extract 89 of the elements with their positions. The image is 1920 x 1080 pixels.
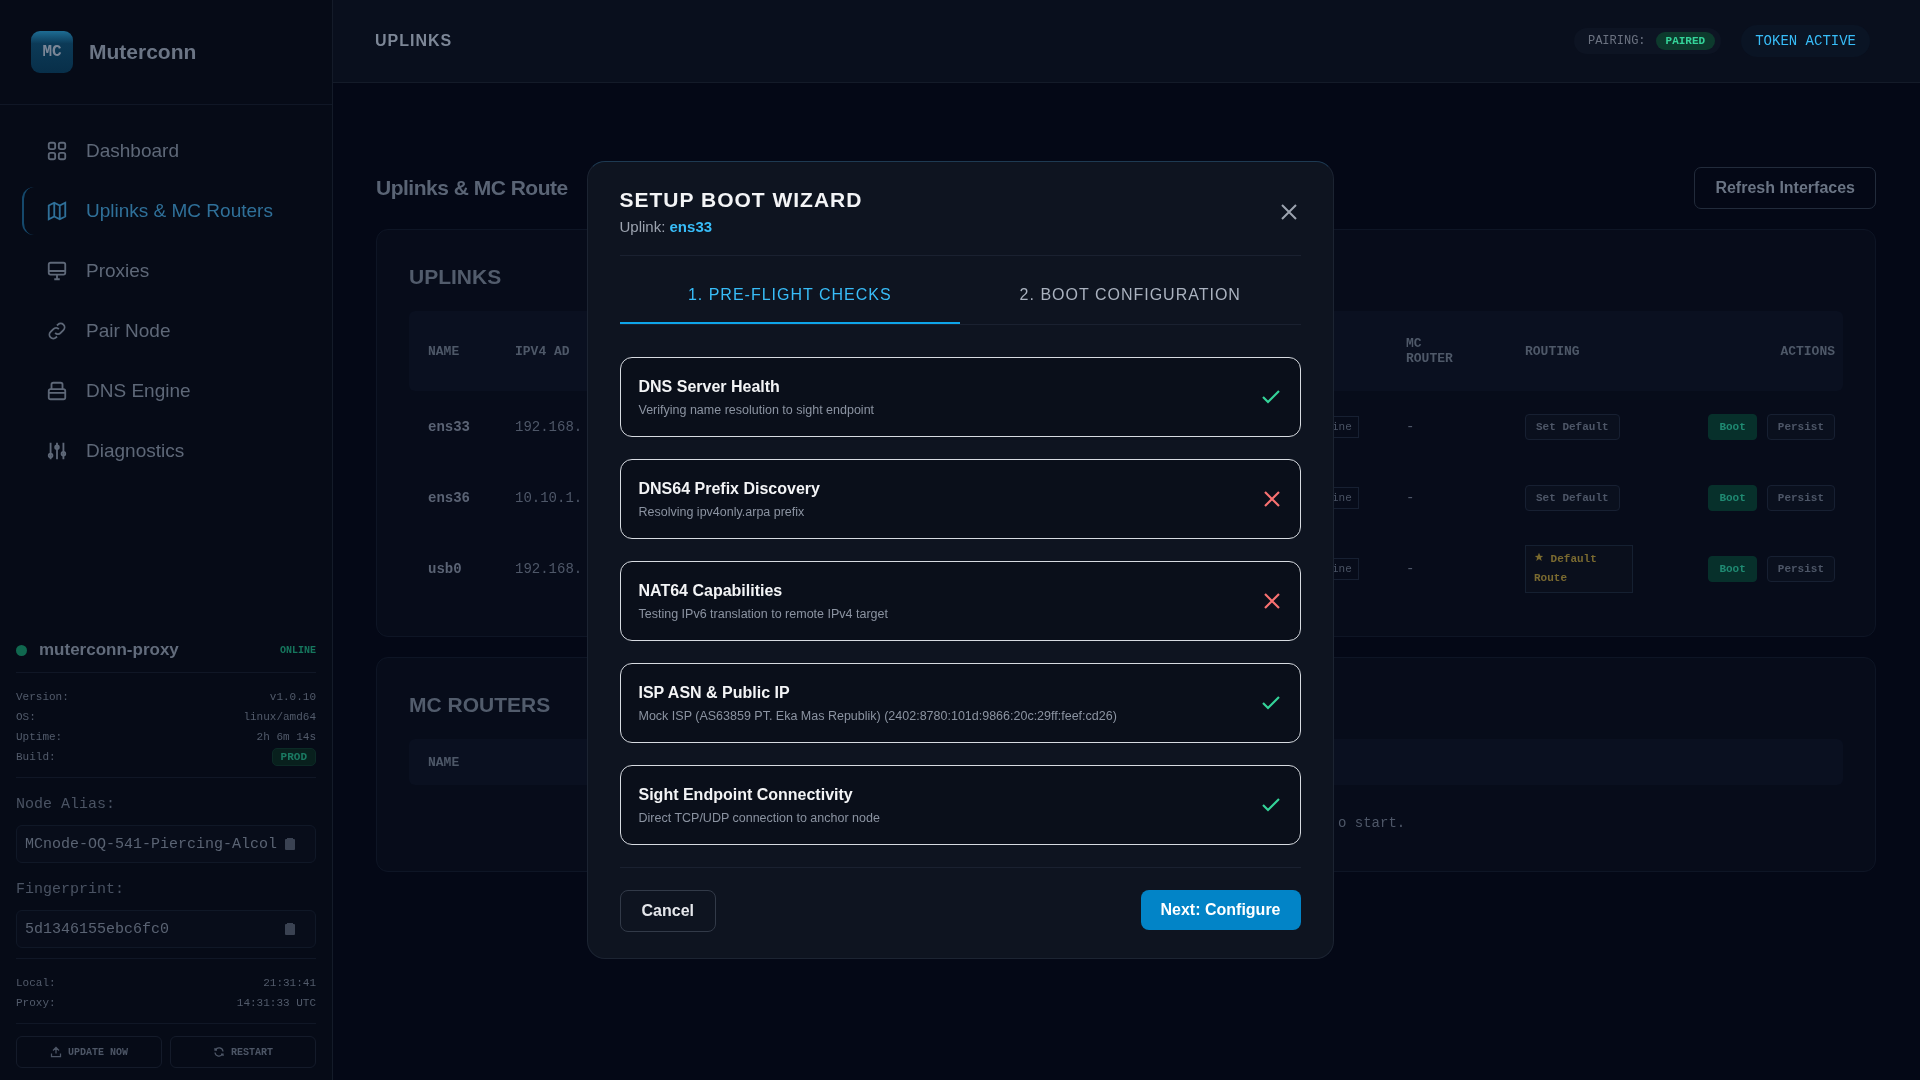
alias-field: MCnode-OQ-541-Piercing-Alcol: [16, 825, 316, 863]
info-value: v1.0.10: [269, 691, 316, 703]
next-button[interactable]: Next: Configure: [1140, 890, 1301, 930]
uplink-label: Uplink: ens33: [619, 218, 714, 235]
pairing-badge: PAIRED: [1655, 32, 1716, 50]
set-default-button[interactable]: Set Default: [1525, 413, 1620, 440]
map-icon: [46, 200, 68, 222]
refresh-button[interactable]: Refresh Interfaces: [1694, 167, 1876, 209]
check-detail: Resolving ipv4only.arpa prefix: [638, 504, 806, 519]
nav-item[interactable]: Diagnostics: [22, 427, 310, 475]
row-action-button[interactable]: Boot: [1708, 555, 1757, 582]
check-title: Sight Endpoint Connectivity: [638, 785, 854, 804]
row-action-button[interactable]: Persist: [1766, 484, 1835, 511]
row-action-button[interactable]: Boot: [1708, 484, 1757, 511]
token-badge: TOKEN ACTIVE: [1741, 25, 1870, 57]
check-title: DNS64 Prefix Discovery: [638, 479, 820, 498]
column-header: NAME: [428, 343, 461, 359]
app-logo: MC: [31, 30, 73, 73]
clipboard-icon[interactable]: [285, 923, 295, 935]
page-title: Uplinks & MC Route: [376, 176, 568, 200]
table-cell: -: [1406, 560, 1415, 577]
refresh-icon: [213, 1046, 225, 1058]
column-header: NAME: [428, 754, 461, 770]
clock-value: 14:31:33 UTC: [236, 997, 316, 1009]
check-detail: Direct TCP/UDP connection to anchor node: [638, 810, 880, 825]
column-header: ROUTING: [1525, 343, 1581, 359]
dialog-title: SETUP BOOT WIZARD: [619, 188, 863, 212]
close-icon[interactable]: [1280, 203, 1297, 220]
table-cell-text: 192.168.: [515, 560, 584, 577]
fingerprint-field: 5d1346155ebc6fc0: [16, 910, 316, 948]
table-cell-text: 10.10.1.: [515, 489, 584, 506]
build-badge: PROD: [271, 748, 316, 766]
row-action-button[interactable]: Boot: [1708, 413, 1757, 440]
row-action-button[interactable]: Persist: [1766, 555, 1835, 582]
info-label: Version:: [16, 691, 69, 703]
nav-item[interactable]: Pair Node: [22, 307, 310, 355]
wizard-tab[interactable]: 1. PRE-FLIGHT CHECKS: [619, 268, 960, 324]
check-detail: Mock ISP (AS63859 PT. Eka Mas Republik) (2402:8780:101d:9866:20c:29ff:feef:cd26): [638, 708, 1117, 723]
default-route-badge: Default Route: [1525, 544, 1633, 593]
node-name: muterconn-proxy: [39, 640, 180, 660]
app-name: Muterconn: [89, 39, 197, 64]
node-action-button[interactable]: RESTART: [170, 1036, 316, 1068]
table-cell-text: usb0: [428, 560, 463, 577]
nav-item[interactable]: DNS Engine: [22, 367, 310, 415]
cancel-button[interactable]: Cancel: [619, 890, 716, 932]
sliders-icon: [46, 440, 68, 462]
card-title: MC ROUTERS: [409, 692, 551, 718]
check-title: ISP ASN & Public IP: [638, 683, 791, 702]
field-label: Node Alias:: [16, 796, 117, 813]
clock-label: Proxy:: [16, 997, 56, 1009]
check-detail: Testing IPv6 translation to remote IPv4 target: [638, 606, 888, 621]
table-cell: -: [1406, 418, 1415, 435]
row-action-button[interactable]: Persist: [1766, 413, 1835, 440]
table-cell-text: ens33: [428, 418, 471, 435]
set-default-button[interactable]: Set Default: [1525, 484, 1620, 511]
clock-value: 21:31:41: [263, 977, 316, 989]
check-title: DNS Server Health: [638, 377, 781, 396]
column-header: MC ROUTER: [1406, 336, 1454, 366]
table-cell-text: 192.168.: [515, 418, 584, 435]
upload-icon: [50, 1046, 62, 1058]
nav-item[interactable]: Dashboard: [22, 127, 310, 175]
field-label: Fingerprint:: [16, 881, 126, 898]
node-status: ONLINE: [280, 644, 316, 656]
grid-icon: [46, 140, 68, 162]
clipboard-icon[interactable]: [285, 838, 295, 850]
table-cell: -: [1406, 489, 1415, 506]
nav-item[interactable]: Proxies: [22, 247, 310, 295]
card-title: UPLINKS: [409, 264, 502, 290]
tray-icon: [46, 380, 68, 402]
check-detail: Verifying name resolution to sight endpoint: [638, 402, 875, 417]
table-cell-text: ens36: [428, 489, 471, 506]
clock-label: Local:: [16, 977, 56, 989]
nav-item[interactable]: Uplinks & MC Routers: [22, 187, 310, 235]
info-label: OS:: [16, 711, 36, 723]
wizard-tab[interactable]: 2. BOOT CONFIGURATION: [960, 268, 1301, 324]
column-header: IPV4 AD: [515, 343, 571, 359]
monitor-icon: [46, 260, 68, 282]
info-label: Build:: [16, 751, 56, 763]
info-value: linux/amd64: [243, 711, 316, 723]
column-header: ACTIONS: [1779, 343, 1835, 359]
star-icon: [1534, 551, 1544, 562]
info-label: Uptime:: [16, 731, 63, 743]
pairing-label: PAIRING:: [1587, 34, 1646, 48]
link-icon: [46, 320, 68, 342]
page-section-title: UPLINKS: [375, 32, 454, 50]
empty-message: o start.: [1338, 815, 1406, 831]
check-title: NAT64 Capabilities: [638, 581, 784, 600]
node-action-button[interactable]: UPDATE NOW: [16, 1036, 162, 1068]
info-value: 2h 6m 14s: [256, 731, 316, 743]
